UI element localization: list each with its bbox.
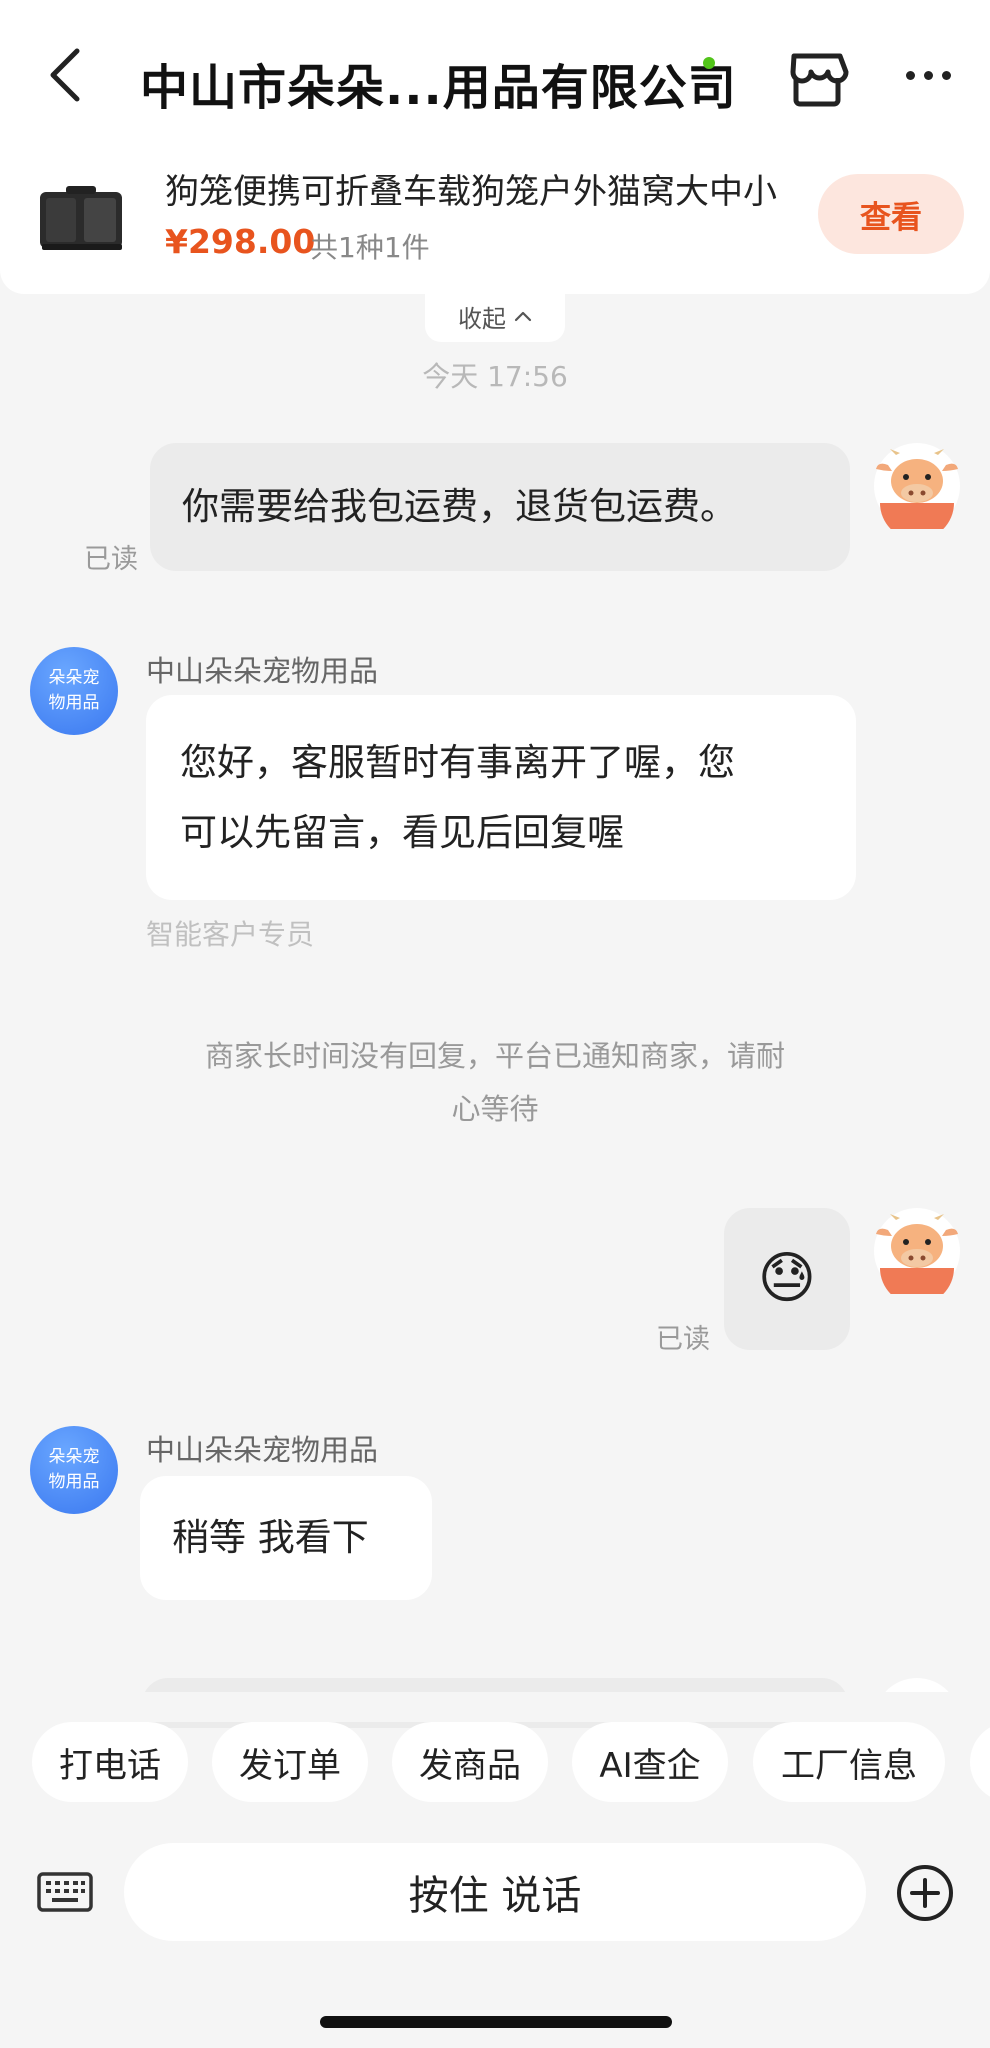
message-text: 您好，客服暂时有事离开了喔，您 xyxy=(180,741,735,784)
product-card[interactable]: 狗笼便携可折叠车载狗笼户外猫窝大中小 ¥298.00 共1种1件 查看 xyxy=(0,150,990,294)
more-icon-dot xyxy=(941,70,951,80)
product-count: 共1种1件 xyxy=(310,231,430,264)
top-nav-bar: 中山市朵朵...用品有限公司 xyxy=(0,0,990,150)
collapse-label: 收起 xyxy=(458,304,506,333)
cow-avatar-icon[interactable] xyxy=(874,443,960,529)
product-thumbnail xyxy=(40,186,122,250)
system-notice-text: 心等待 xyxy=(451,1092,539,1126)
view-product-button[interactable]: 查看 xyxy=(818,174,964,254)
shop-avatar-text: 朵朵宠 xyxy=(48,668,100,688)
system-notice-text: 商家长时间没有回复，平台已通知商家，请耐 xyxy=(204,1039,785,1073)
shop-avatar-text: 朵朵宠 xyxy=(48,1447,100,1467)
shop-avatar[interactable]: 朵朵宠 物用品 xyxy=(30,1426,118,1514)
online-status-dot xyxy=(703,57,715,69)
incoming-message-bubble[interactable]: 稍等 我看下 xyxy=(140,1476,432,1600)
keyboard-icon[interactable] xyxy=(36,1866,94,1918)
outgoing-emoji-bubble[interactable]: 😓 xyxy=(724,1208,850,1350)
quick-action-factory-info[interactable]: 工厂信息 xyxy=(753,1722,945,1802)
message-text: 你需要给我包运费，退货包运费。 xyxy=(182,485,737,528)
agent-role-label: 智能客户专员 xyxy=(146,918,315,951)
collapse-button[interactable]: 收起 xyxy=(425,290,565,342)
back-button[interactable] xyxy=(30,40,100,110)
store-icon xyxy=(790,53,849,107)
shop-avatar-text: 物用品 xyxy=(48,693,100,713)
shop-avatar[interactable]: 朵朵宠 物用品 xyxy=(30,647,118,735)
quick-action-ai-company[interactable]: AI查企 xyxy=(572,1722,728,1802)
quick-action-partial[interactable] xyxy=(970,1722,990,1802)
read-receipt: 已读 xyxy=(84,544,138,575)
message-text: 稍等 我看下 xyxy=(172,1516,369,1559)
incoming-message-bubble[interactable]: 您好，客服暂时有事离开了喔，您 可以先留言，看见后回复喔 xyxy=(146,695,856,900)
page-title: 中山市朵朵...用品有限公司 xyxy=(140,60,737,116)
chevron-up-icon xyxy=(514,311,532,322)
hold-to-talk-button[interactable]: 按住 说话 xyxy=(124,1843,866,1941)
more-icon-dot xyxy=(905,70,915,80)
more-icon-dot xyxy=(923,70,933,80)
quick-action-send-product[interactable]: 发商品 xyxy=(392,1722,548,1802)
product-price: ¥298.00 xyxy=(165,222,316,261)
message-timestamp: 今天 17:56 xyxy=(422,360,568,393)
outgoing-message-bubble[interactable]: 你需要给我包运费，退货包运费。 xyxy=(150,443,850,571)
back-icon xyxy=(50,48,80,102)
quick-action-call[interactable]: 打电话 xyxy=(32,1722,188,1802)
sender-name: 中山朵朵宠物用品 xyxy=(146,1433,379,1467)
quick-action-send-order[interactable]: 发订单 xyxy=(212,1722,368,1802)
system-notice: 商家长时间没有回复，平台已通知商家，请耐 心等待 xyxy=(160,1030,830,1136)
product-name: 狗笼便携可折叠车载狗笼户外猫窝大中小 xyxy=(165,172,777,212)
message-text: 可以先留言，看见后回复喔 xyxy=(180,811,624,854)
more-button[interactable] xyxy=(893,45,963,105)
read-receipt: 已读 xyxy=(656,1324,710,1355)
store-button[interactable] xyxy=(782,42,852,112)
sender-name: 中山朵朵宠物用品 xyxy=(146,654,379,688)
shop-avatar-text: 物用品 xyxy=(48,1472,100,1492)
emoji-sweat-icon: 😓 xyxy=(757,1246,817,1311)
plus-circle-icon[interactable] xyxy=(895,1863,955,1923)
cow-avatar-icon[interactable] xyxy=(874,1208,960,1294)
quick-actions-bar: 打电话 发订单 发商品 AI查企 工厂信息 xyxy=(0,1722,990,1802)
home-indicator xyxy=(320,2016,672,2028)
chat-area-bottom-edge xyxy=(0,1692,990,1722)
